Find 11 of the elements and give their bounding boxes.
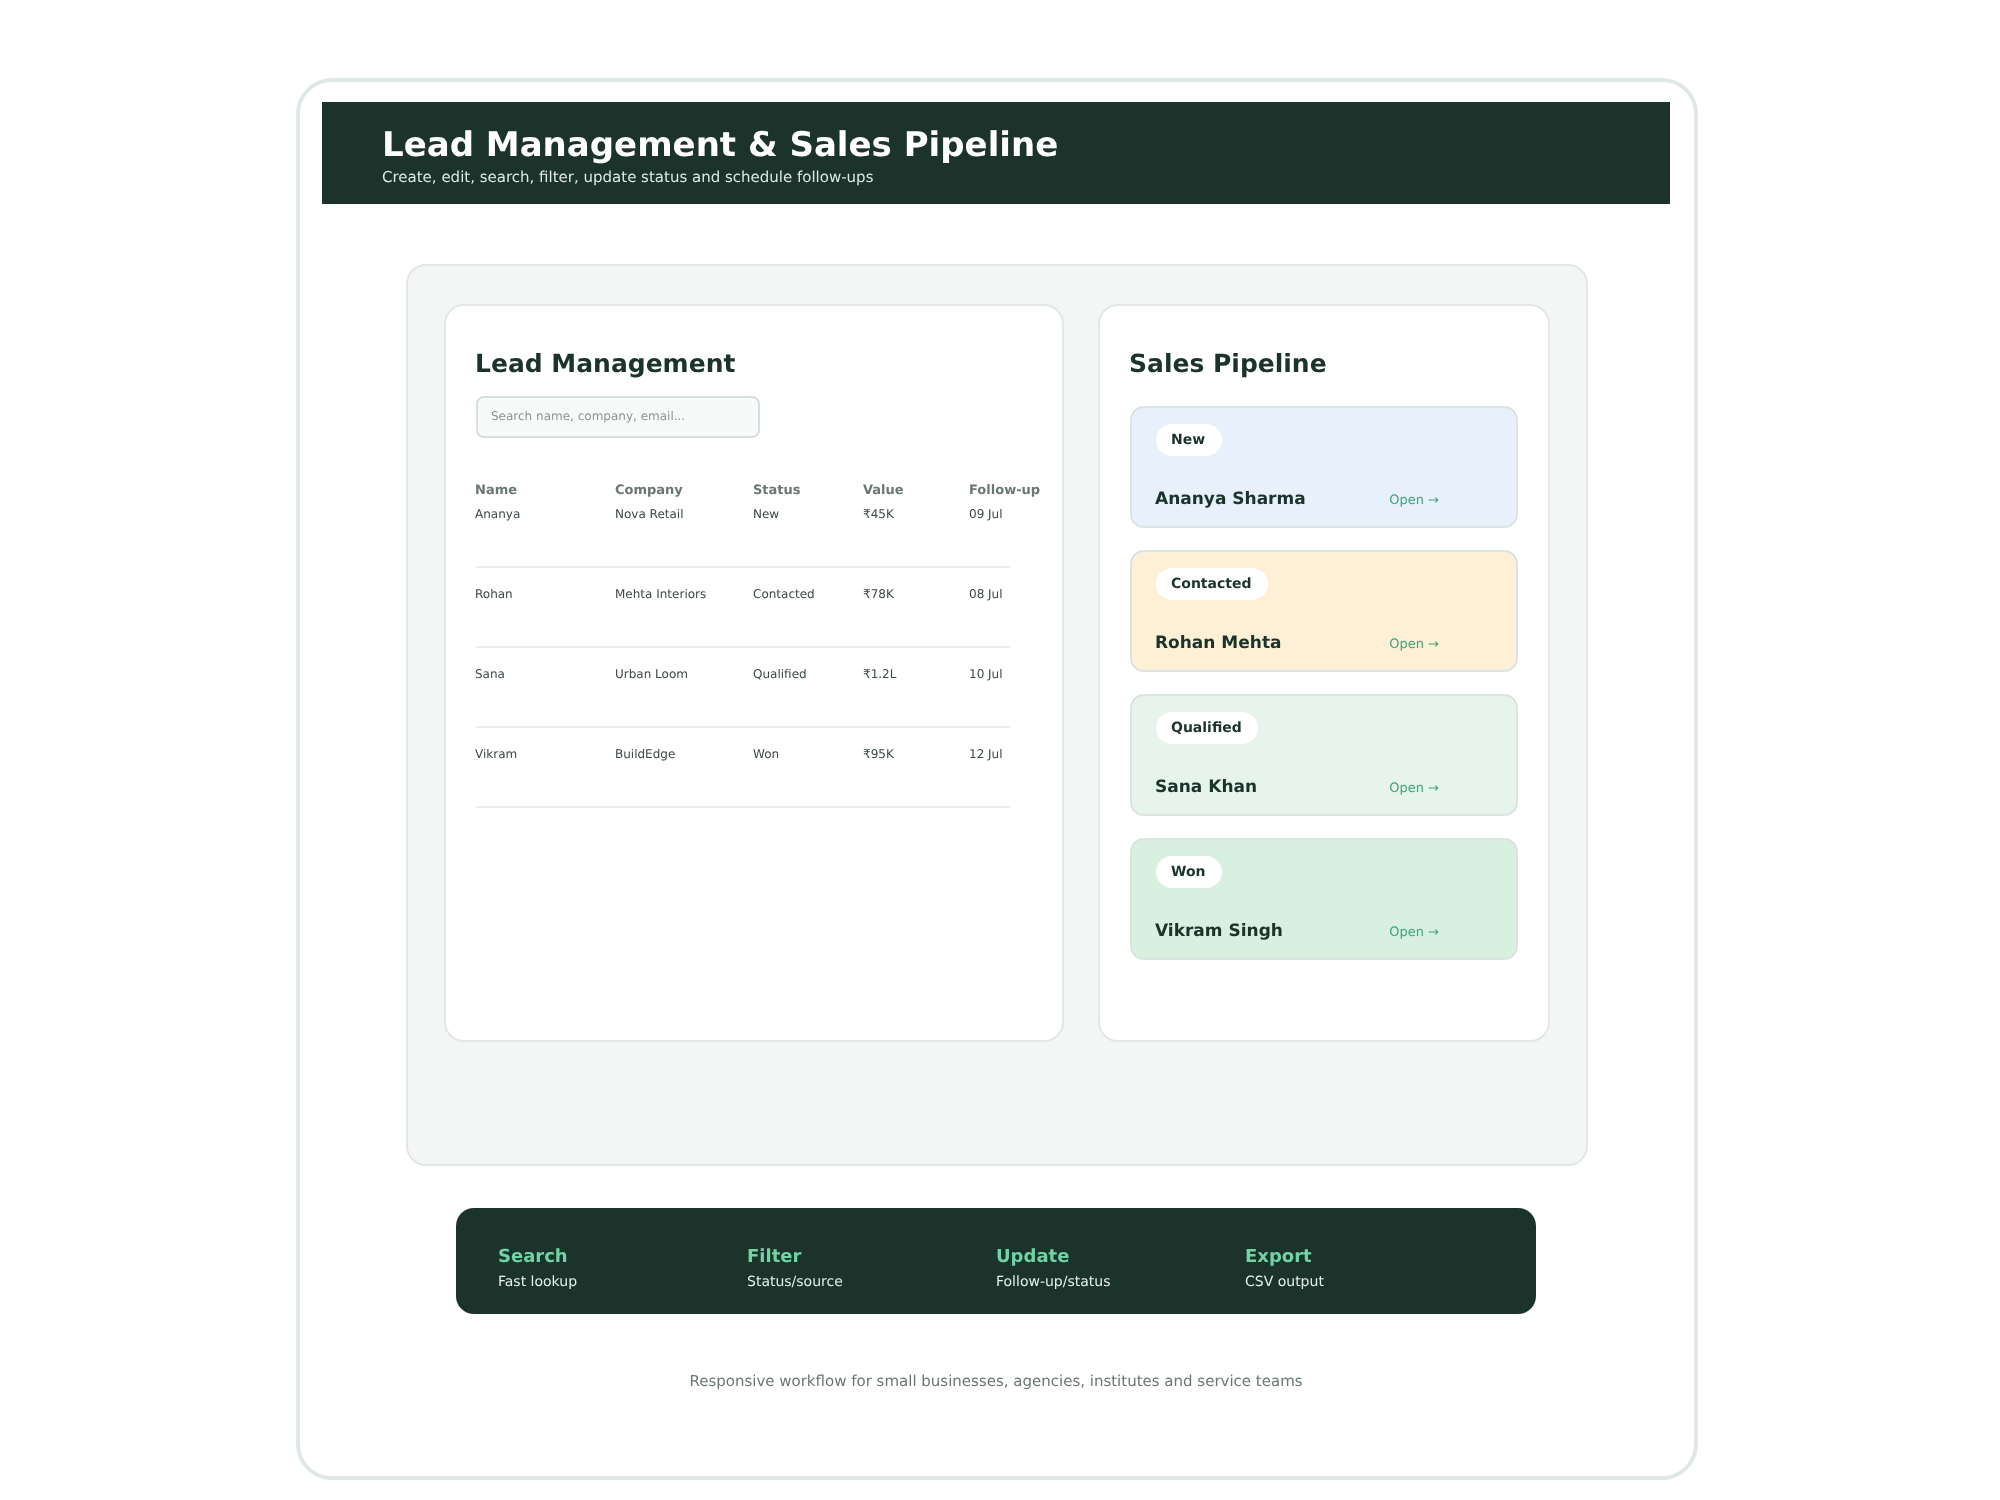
section-title: Lead Management <box>475 348 738 378</box>
page-title: Lead Management & Sales Pipeline <box>382 126 1061 166</box>
section-title: Sales Pipeline <box>1129 348 1329 378</box>
lead-name: Rohan Mehta <box>1155 634 1282 654</box>
lead-name: Sana Khan <box>1155 778 1258 798</box>
feature-title: Update <box>996 1248 1070 1268</box>
feature-title: Export <box>1245 1248 1312 1268</box>
lead-name: Vikram Singh <box>1155 922 1283 942</box>
lead-name: Ananya Sharma <box>1155 490 1306 510</box>
feature-title: Filter <box>747 1248 802 1268</box>
feature-title: Search <box>498 1248 568 1268</box>
